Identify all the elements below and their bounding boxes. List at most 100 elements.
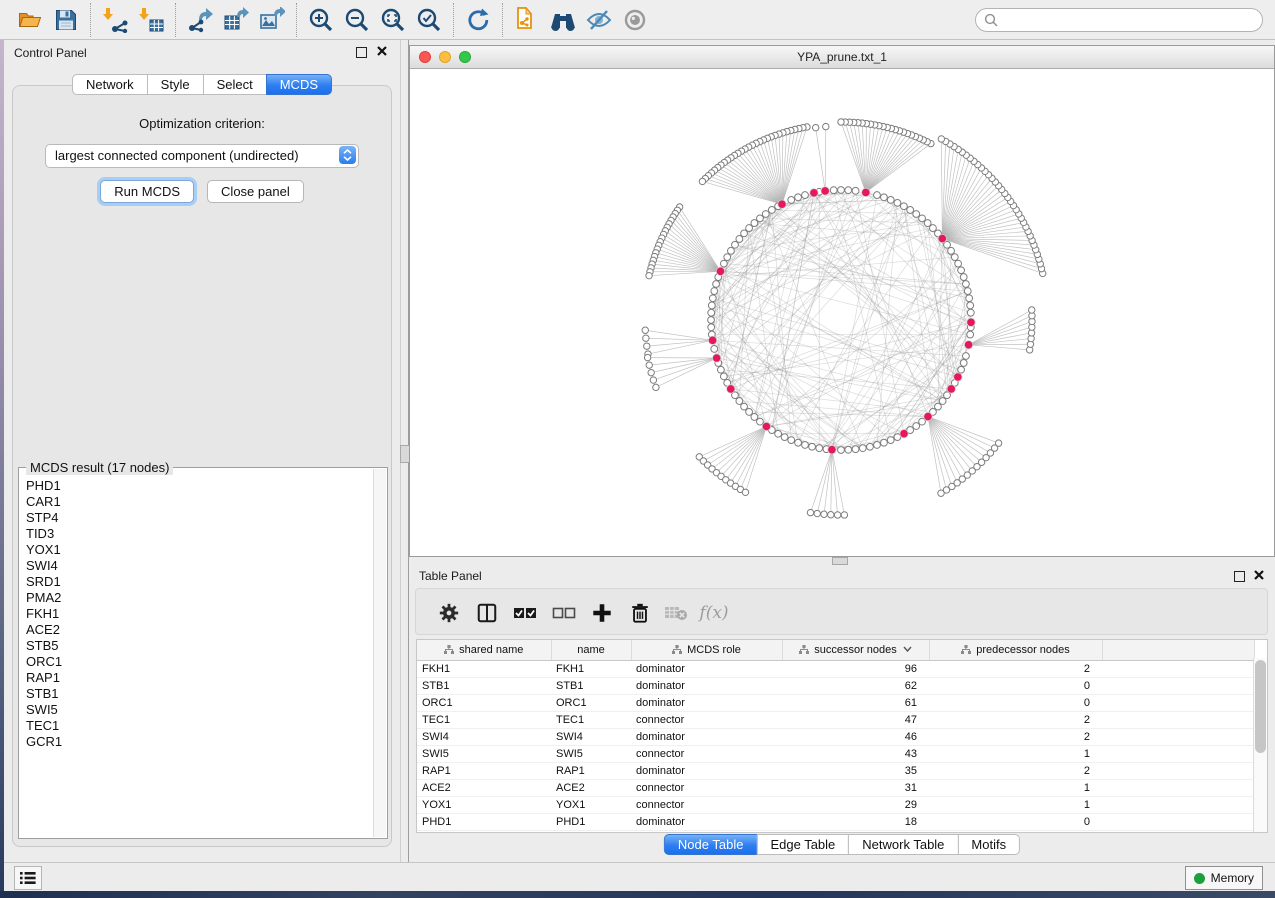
graph-hub-node[interactable] [727, 385, 735, 393]
mcds-result-item[interactable]: PMA2 [26, 590, 387, 606]
graph-node[interactable] [788, 196, 795, 203]
graph-node[interactable] [762, 211, 769, 218]
graph-node[interactable] [838, 447, 845, 454]
delete-table-button[interactable] [661, 598, 691, 628]
run-mcds-button[interactable]: Run MCDS [100, 180, 194, 203]
open-file-button[interactable] [12, 3, 48, 37]
graph-hub-node[interactable] [938, 234, 946, 242]
mcds-result-item[interactable]: STP4 [26, 510, 387, 526]
mcds-result-item[interactable]: PHD1 [26, 478, 387, 494]
graph-node[interactable] [644, 343, 650, 349]
graph-node[interactable] [948, 247, 955, 254]
graph-node[interactable] [650, 377, 656, 383]
mcds-result-item[interactable]: FKH1 [26, 606, 387, 622]
mcds-result-item[interactable]: STB1 [26, 686, 387, 702]
optimization-criterion-select[interactable]: largest connected component (undirected) [45, 144, 359, 168]
graph-node[interactable] [646, 272, 652, 278]
graph-node[interactable] [746, 409, 753, 416]
zoom-out-button[interactable] [339, 3, 375, 37]
float-panel-icon[interactable] [356, 47, 367, 58]
graph-node[interactable] [741, 230, 748, 237]
graph-node[interactable] [720, 373, 727, 380]
graph-node[interactable] [814, 510, 820, 516]
graph-hub-node[interactable] [778, 200, 786, 208]
graph-node[interactable] [757, 418, 764, 425]
export-network-button[interactable] [182, 3, 218, 37]
new-network-from-selection-button[interactable] [509, 3, 545, 37]
graph-node[interactable] [845, 187, 852, 194]
scrollbar-thumb[interactable] [1255, 660, 1266, 753]
graph-node[interactable] [795, 194, 802, 201]
graph-node[interactable] [821, 511, 827, 517]
graph-hub-node[interactable] [967, 318, 975, 326]
graph-node[interactable] [887, 196, 894, 203]
graph-node[interactable] [720, 260, 727, 267]
graph-node[interactable] [938, 136, 944, 142]
graph-node[interactable] [828, 512, 834, 518]
table-row[interactable]: ACE2ACE2connector311 [417, 780, 1254, 797]
graph-hub-node[interactable] [712, 354, 720, 362]
graph-node[interactable] [646, 362, 652, 368]
binoculars-search-button[interactable] [545, 3, 581, 37]
graph-node[interactable] [643, 335, 649, 341]
graph-node[interactable] [913, 423, 920, 430]
graph-node[interactable] [699, 178, 705, 184]
table-row[interactable]: SWI5SWI5connector431 [417, 746, 1254, 763]
graph-node[interactable] [894, 199, 901, 206]
graph-node[interactable] [802, 442, 809, 449]
mcds-result-item[interactable]: ORC1 [26, 654, 387, 670]
tab-edge-table[interactable]: Edge Table [756, 834, 849, 855]
column-header-predecessor-nodes[interactable]: predecessor nodes [929, 640, 1102, 661]
graph-node[interactable] [768, 207, 775, 214]
graph-node[interactable] [823, 123, 829, 129]
table-row[interactable]: ORC1ORC1dominator610 [417, 695, 1254, 712]
horizontal-splitter[interactable] [409, 557, 1275, 565]
close-panel-icon[interactable] [376, 45, 388, 57]
graph-node[interactable] [881, 439, 888, 446]
refresh-layout-button[interactable] [460, 3, 496, 37]
graph-node[interactable] [919, 215, 926, 222]
graph-node[interactable] [742, 489, 748, 495]
graph-hub-node[interactable] [924, 412, 932, 420]
graph-hub-node[interactable] [862, 188, 870, 196]
network-window-titlebar[interactable]: YPA_prune.txt_1 [410, 46, 1274, 69]
column-header-successor-nodes[interactable]: successor nodes [782, 640, 929, 661]
graph-node[interactable] [963, 281, 970, 288]
mcds-result-item[interactable]: RAP1 [26, 670, 387, 686]
save-session-button[interactable] [48, 3, 84, 37]
graph-node[interactable] [708, 317, 715, 324]
graph-node[interactable] [834, 512, 840, 518]
table-row[interactable]: FKH1FKH1dominator962 [417, 661, 1254, 678]
graph-hub-node[interactable] [964, 341, 972, 349]
float-panel-icon[interactable] [1234, 571, 1245, 582]
tab-network[interactable]: Network [72, 74, 148, 95]
graph-node[interactable] [907, 207, 914, 214]
export-table-button[interactable] [218, 3, 254, 37]
memory-button[interactable]: Memory [1185, 866, 1263, 890]
graph-node[interactable] [900, 203, 907, 210]
tab-select[interactable]: Select [203, 74, 267, 95]
graph-node[interactable] [960, 274, 967, 281]
graph-node[interactable] [951, 254, 958, 261]
tab-node-table[interactable]: Node Table [664, 834, 758, 855]
graph-node[interactable] [966, 295, 973, 302]
graph-hub-node[interactable] [762, 422, 770, 430]
graph-node[interactable] [708, 324, 715, 331]
network-canvas[interactable] [410, 67, 1274, 556]
show-columns-button[interactable] [472, 598, 502, 628]
graph-node[interactable] [913, 211, 920, 218]
graph-node[interactable] [967, 309, 974, 316]
graph-node[interactable] [852, 187, 859, 194]
graph-node[interactable] [711, 346, 718, 353]
graph-node[interactable] [963, 353, 970, 360]
search-input[interactable] [1004, 12, 1254, 28]
graph-node[interactable] [1029, 307, 1035, 313]
graph-node[interactable] [967, 302, 974, 309]
graph-node[interactable] [788, 437, 795, 444]
graph-node[interactable] [728, 247, 735, 254]
graph-node[interactable] [845, 446, 852, 453]
graph-node[interactable] [930, 225, 937, 232]
graph-node[interactable] [964, 288, 971, 295]
graph-hub-node[interactable] [954, 373, 962, 381]
mcds-result-item[interactable]: TEC1 [26, 718, 387, 734]
